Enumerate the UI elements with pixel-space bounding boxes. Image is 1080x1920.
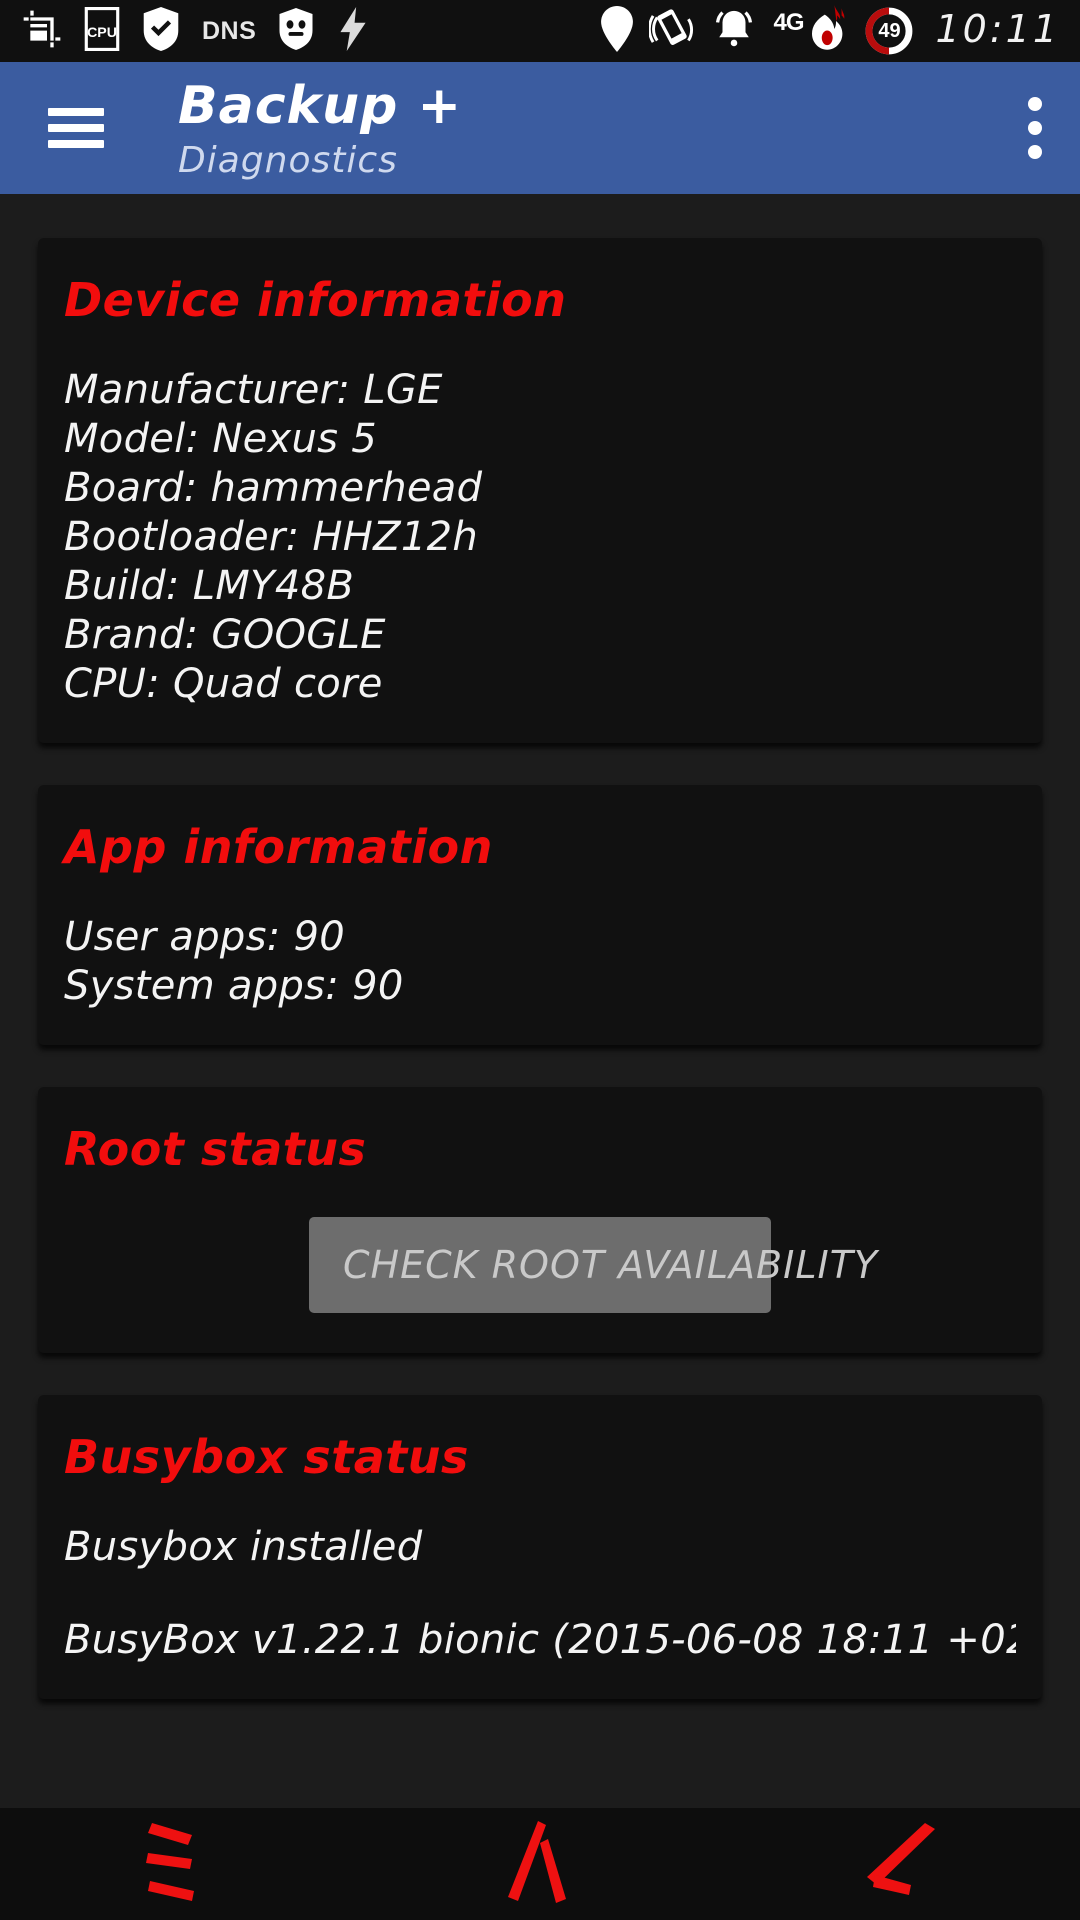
busybox-status-title: Busybox status — [64, 1430, 469, 1484]
cpu-monitor-icon: CPU — [84, 7, 120, 55]
busybox-status-body: Busybox installed BusyBox v1.22.1 bionic… — [64, 1523, 1016, 1665]
status-bar-left-icons: CPU DNS — [0, 7, 370, 55]
back-button[interactable] — [720, 1808, 1080, 1920]
rotation-icon — [648, 6, 695, 56]
status-bar: CPU DNS 4G 49 10:11 — [0, 0, 1080, 62]
device-info-line: Build: LMY48B — [64, 563, 355, 609]
app-information-title: App information — [64, 820, 493, 874]
app-information-body: User apps: 90 System apps: 90 — [64, 913, 1016, 1011]
device-information-title: Device information — [64, 273, 567, 327]
recents-button[interactable] — [0, 1808, 360, 1920]
busybox-version-text: BusyBox v1.22.1 bionic (2015-06-08 18:11… — [64, 1617, 1016, 1663]
device-info-line: Manufacturer: LGE — [64, 367, 443, 413]
menu-line-1 — [48, 108, 104, 116]
screenshot-crop-icon — [22, 9, 62, 53]
overflow-dot-1 — [1028, 97, 1042, 111]
overflow-menu-icon[interactable] — [1028, 97, 1042, 159]
root-status-title: Root status — [64, 1122, 367, 1176]
device-info-line: Brand: GOOGLE — [64, 612, 386, 658]
app-bar: Backup + Diagnostics — [0, 62, 1080, 194]
busybox-status-card: Busybox status Busybox installed BusyBox… — [38, 1395, 1042, 1699]
app-info-line: System apps: 90 — [64, 963, 404, 1009]
menu-line-2 — [48, 124, 104, 132]
diagnostics-scroll-content[interactable]: Device information Manufacturer: LGE Mod… — [0, 194, 1080, 1854]
check-root-availability-button[interactable]: CHECK ROOT AVAILABILITY — [309, 1217, 877, 1313]
device-info-line: Bootloader: HHZ12h — [64, 514, 479, 560]
battery-percent-label: 49 — [878, 19, 901, 42]
device-information-card: Device information Manufacturer: LGE Mod… — [38, 238, 1042, 743]
app-information-card: App information User apps: 90 System app… — [38, 785, 1042, 1045]
hamburger-menu-icon[interactable] — [48, 108, 104, 148]
location-pin-icon — [601, 6, 634, 56]
status-bar-clock: 10:11 — [935, 7, 1060, 51]
menu-line-3 — [48, 140, 104, 148]
back-icon — [857, 1819, 943, 1909]
flame-icon — [807, 5, 849, 57]
adblock-shield-icon — [278, 7, 314, 55]
charging-bolt-icon — [336, 7, 370, 55]
root-status-card: Root status CHECK ROOT AVAILABILITY — [38, 1087, 1042, 1353]
home-icon — [504, 1819, 576, 1909]
alarm-bell-icon — [711, 6, 757, 56]
app-bar-title-block: Backup + Diagnostics — [178, 76, 462, 182]
page-title: Backup + — [178, 76, 463, 136]
network-type-icon: 4G — [773, 9, 804, 36]
page-subtitle: Diagnostics — [178, 140, 398, 181]
dns-icon: DNS — [202, 16, 257, 45]
battery-indicator: 49 — [865, 7, 913, 55]
busybox-installed-text: Busybox installed — [64, 1524, 423, 1570]
home-button[interactable] — [360, 1808, 720, 1920]
shield-check-icon — [142, 7, 180, 55]
recents-icon — [132, 1819, 228, 1909]
svg-text:CPU: CPU — [87, 24, 117, 40]
overflow-dot-2 — [1028, 121, 1042, 135]
status-bar-right-icons: 4G 49 10:11 — [601, 5, 1080, 57]
app-info-line: User apps: 90 — [64, 914, 346, 960]
overflow-dot-3 — [1028, 145, 1042, 159]
device-info-line: Board: hammerhead — [64, 465, 483, 511]
device-info-line: CPU: Quad core — [64, 661, 383, 707]
device-info-line: Model: Nexus 5 — [64, 416, 378, 462]
system-navigation-bar — [0, 1808, 1080, 1920]
device-information-body: Manufacturer: LGE Model: Nexus 5 Board: … — [64, 366, 1016, 709]
